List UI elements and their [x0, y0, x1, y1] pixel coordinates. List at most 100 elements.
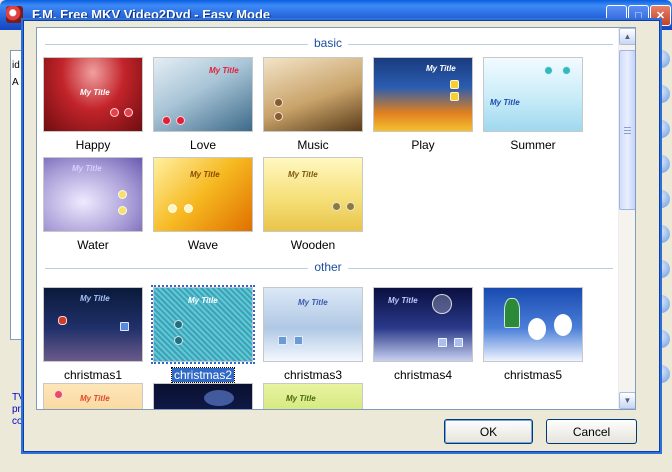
template-label: Music	[297, 138, 329, 152]
main-left-fragment-2: A	[12, 77, 19, 88]
template-thumbnail: My Title	[263, 383, 363, 409]
template-item-water[interactable]: My Title Water	[43, 157, 143, 252]
tree-icon	[504, 298, 520, 328]
scroll-grip	[624, 130, 631, 131]
template-thumbnail: My Title	[263, 157, 363, 232]
menu-icon	[294, 336, 303, 345]
template-item-wave[interactable]: My Title Wave	[153, 157, 253, 252]
template-thumbnail	[263, 57, 363, 132]
template-label: Wooden	[290, 238, 336, 252]
play-icon	[332, 202, 341, 211]
santa-icon	[58, 316, 67, 325]
snowman-icon	[528, 318, 546, 340]
template-item-partial[interactable]: My Title	[43, 383, 143, 409]
menu-icon	[118, 206, 127, 215]
template-thumbnail: My Title	[43, 157, 143, 232]
template-thumbnail: My Title	[43, 287, 143, 362]
moon-icon	[432, 294, 452, 314]
menu-icon	[450, 92, 459, 101]
play-icon	[174, 320, 183, 329]
screen: F.M. Free MKV Video2Dvd - Easy Mode _ □ …	[0, 0, 672, 472]
template-thumbnail: My Title	[483, 57, 583, 132]
play-icon	[168, 204, 177, 213]
scroll-down-button[interactable]: ▼	[619, 392, 635, 409]
template-item-summer[interactable]: My Title Summer	[483, 57, 583, 152]
thumbnail-title: My Title	[80, 394, 110, 403]
template-label: Happy	[75, 138, 111, 152]
menu-icon	[562, 66, 571, 75]
template-label: Wave	[187, 238, 219, 252]
thumbnail-title: My Title	[80, 294, 110, 303]
template-item-love[interactable]: My Title Love	[153, 57, 253, 152]
menu-icon	[176, 116, 185, 125]
template-label: Summer	[510, 138, 556, 152]
menu-icon	[346, 202, 355, 211]
template-thumbnail: My Title	[263, 287, 363, 362]
main-link-fragment-3[interactable]: co	[12, 416, 23, 427]
template-thumbnail: My Title	[153, 57, 253, 132]
template-label: christmas5	[503, 368, 562, 382]
app-icon	[6, 6, 23, 23]
template-item-partial[interactable]	[153, 383, 253, 409]
play-icon	[274, 98, 283, 107]
thumbnail-title: My Title	[426, 64, 456, 73]
snowman-icon	[554, 314, 572, 336]
flower-icon	[54, 390, 63, 399]
menu-icon	[174, 336, 183, 345]
menu-icon	[454, 338, 463, 347]
template-thumbnail: My Title	[373, 287, 473, 362]
template-item-christmas1[interactable]: My Title christmas1	[43, 287, 143, 382]
template-item-music[interactable]: Music	[263, 57, 363, 152]
main-link-fragment-2[interactable]: pr	[12, 404, 21, 415]
template-label: christmas3	[283, 368, 342, 382]
section-header-other: other	[37, 260, 619, 276]
thumbnail-title: My Title	[490, 98, 520, 107]
play-icon	[450, 80, 459, 89]
template-item-happy[interactable]: My Title Happy	[43, 57, 143, 152]
template-thumbnail	[153, 383, 253, 409]
scroll-grip	[624, 127, 631, 128]
thumbnail-title: My Title	[80, 88, 110, 97]
template-label: Water	[77, 238, 109, 252]
thumbnail-title: My Title	[388, 296, 418, 305]
template-item-play[interactable]: My Title Play	[373, 57, 473, 152]
scroll-up-button[interactable]: ▲	[619, 28, 635, 45]
template-item-christmas5[interactable]: christmas5	[483, 287, 583, 382]
template-item-christmas3[interactable]: My Title christmas3	[263, 287, 363, 382]
template-item-partial[interactable]: My Title	[263, 383, 363, 409]
template-label: Play	[411, 138, 435, 152]
template-thumbnail: My Title	[153, 157, 253, 232]
thumbnail-title: My Title	[72, 164, 102, 173]
template-label: christmas1	[63, 368, 122, 382]
section-header-basic: basic	[37, 36, 619, 52]
play-icon	[110, 108, 119, 117]
glow-icon	[204, 390, 234, 406]
thumbnail-title: My Title	[190, 170, 220, 179]
vertical-scrollbar[interactable]: ▲ ▼	[618, 28, 635, 409]
main-left-fragment-1: id	[12, 60, 20, 71]
thumbnail-title: My Title	[286, 394, 316, 403]
template-thumbnail: My Title	[43, 383, 143, 409]
play-icon	[438, 338, 447, 347]
template-label: christmas2	[170, 367, 236, 383]
menu-icon	[184, 204, 193, 213]
template-gallery: basic My Title Happy My Title Love Music…	[36, 27, 636, 410]
menu-icon	[120, 322, 129, 331]
play-icon	[278, 336, 287, 345]
scroll-thumb[interactable]	[619, 50, 635, 210]
template-label: Love	[189, 138, 217, 152]
template-item-wooden[interactable]: My Title Wooden	[263, 157, 363, 252]
template-label: christmas4	[393, 368, 452, 382]
menu-icon	[274, 112, 283, 121]
play-icon	[162, 116, 171, 125]
play-icon	[118, 190, 127, 199]
template-thumbnail: My Title	[43, 57, 143, 132]
cancel-button[interactable]: Cancel	[546, 419, 637, 444]
thumbnail-title: My Title	[288, 170, 318, 179]
menu-template-dialog: basic My Title Happy My Title Love Music…	[23, 20, 660, 452]
template-item-christmas4[interactable]: My Title christmas4	[373, 287, 473, 382]
ok-button[interactable]: OK	[444, 419, 533, 444]
template-thumbnail	[483, 287, 583, 362]
template-item-christmas2[interactable]: My Title christmas2	[151, 285, 255, 383]
section-label: other	[308, 260, 348, 274]
